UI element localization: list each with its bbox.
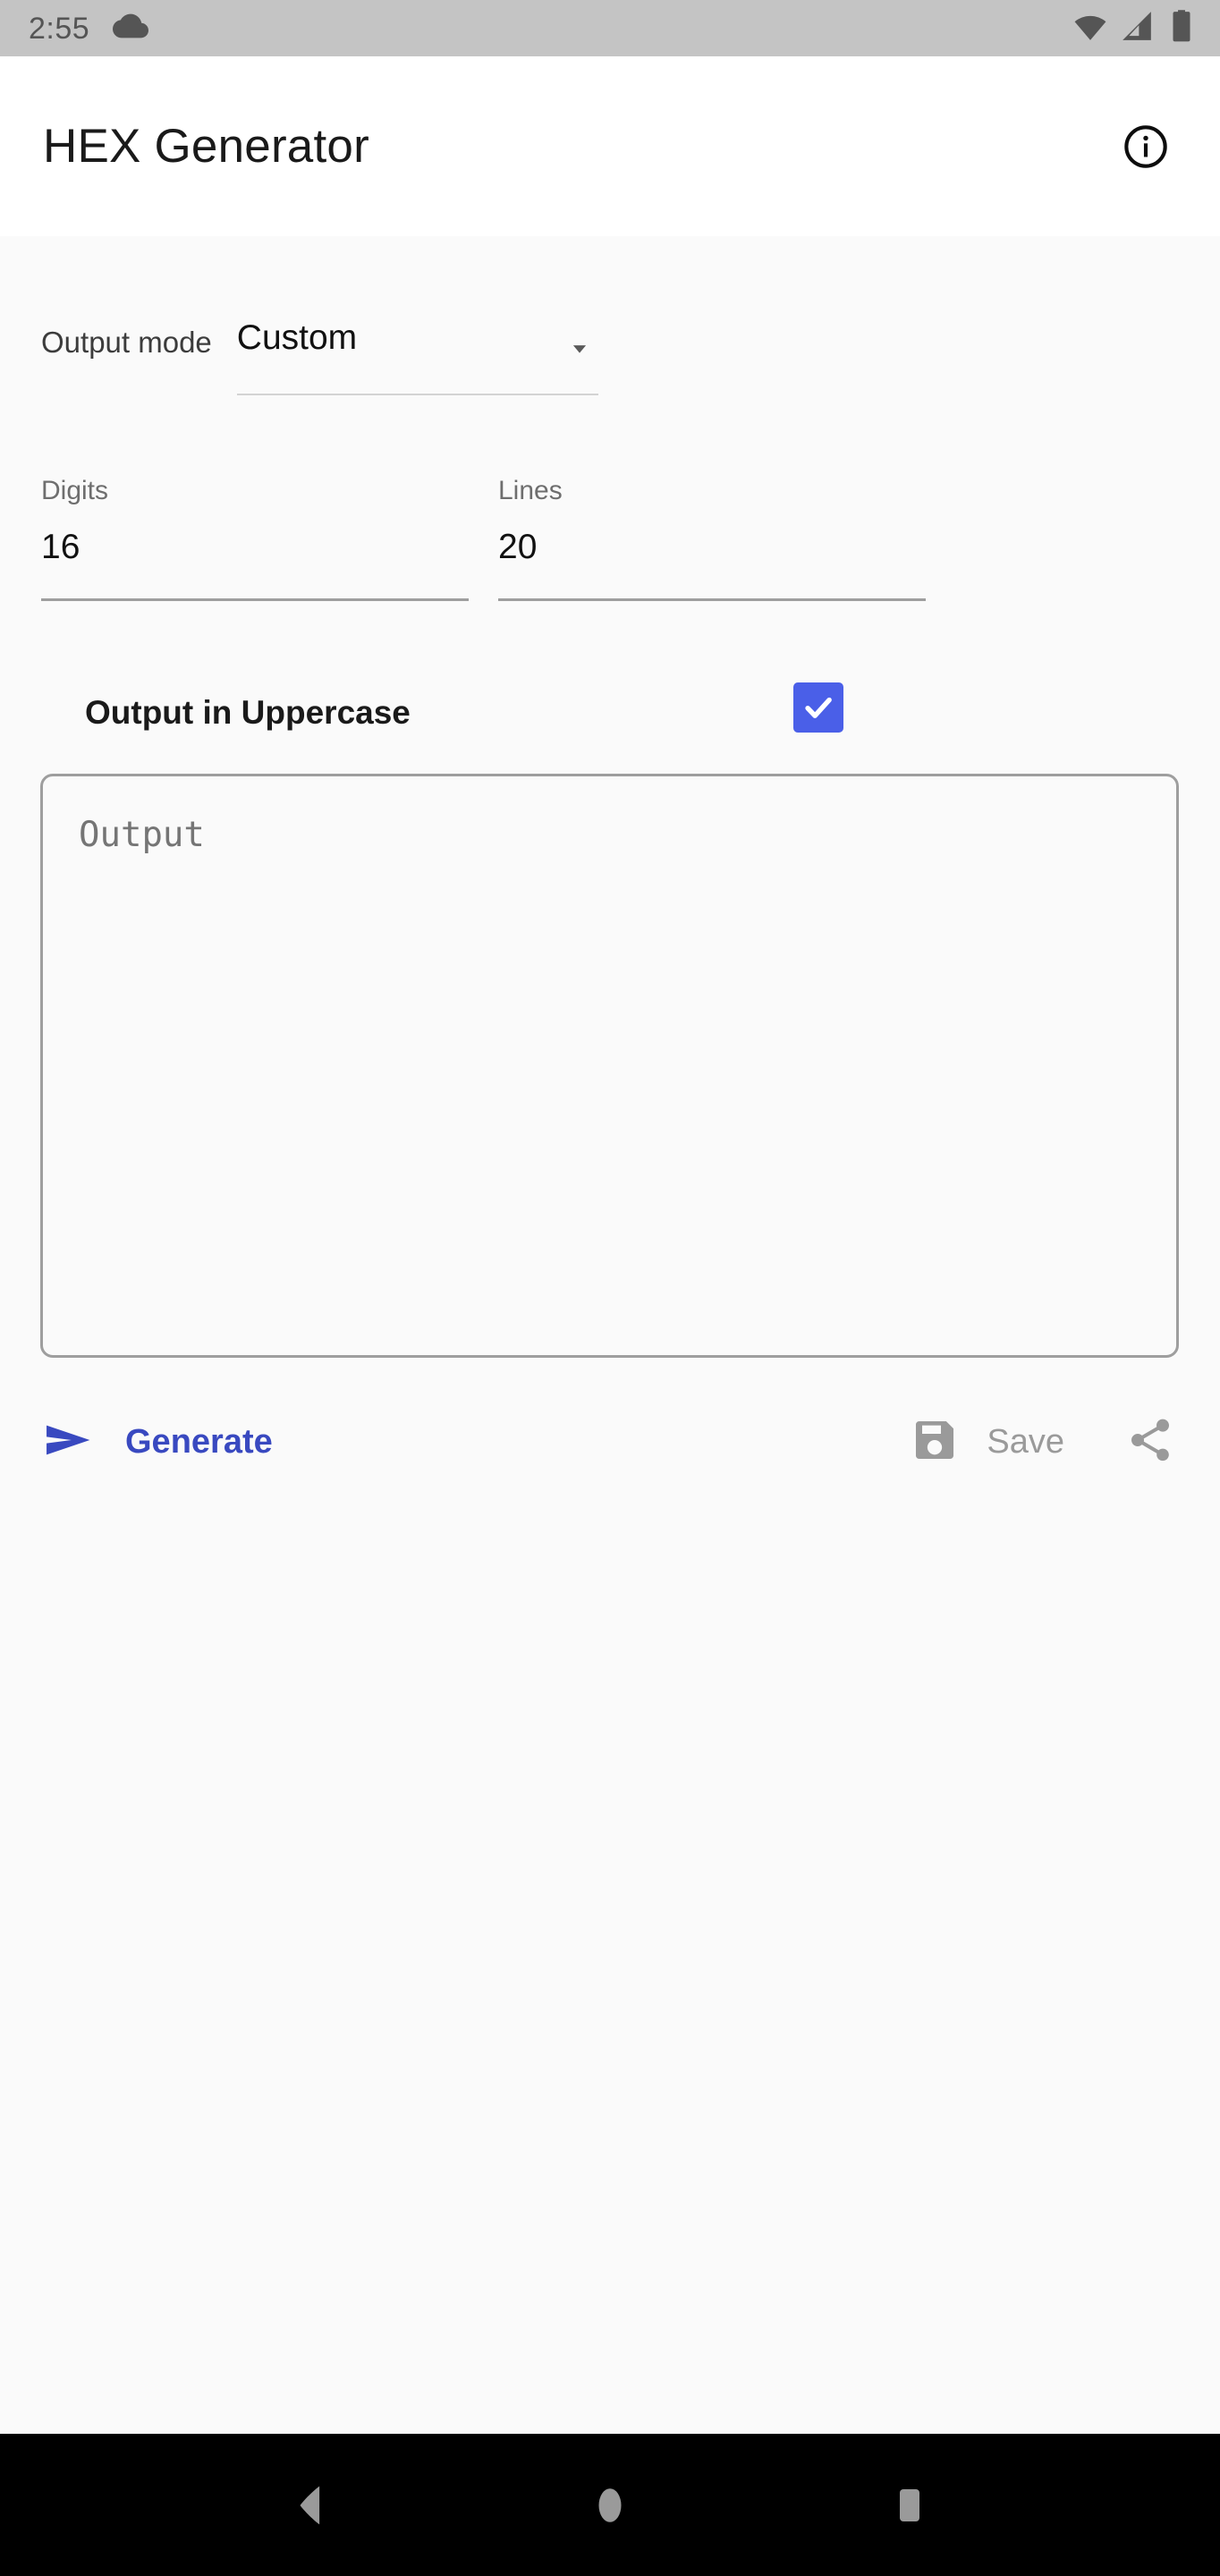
wifi-icon bbox=[1073, 9, 1107, 47]
action-bar: Generate Save bbox=[0, 1388, 1220, 1496]
share-button[interactable] bbox=[1125, 1415, 1175, 1470]
digits-field[interactable]: Digits 16 bbox=[41, 478, 469, 601]
generate-button[interactable]: Generate bbox=[41, 1414, 273, 1470]
save-label: Save bbox=[987, 1422, 1064, 1461]
content-area: Output mode Custom Digits 16 Lines 20 Ou… bbox=[0, 236, 1220, 2434]
uppercase-row: Output in Uppercase bbox=[0, 668, 1220, 758]
output-mode-value: Custom bbox=[236, 318, 358, 357]
back-triangle-icon[interactable] bbox=[252, 2447, 369, 2563]
page-title: HEX Generator bbox=[43, 120, 369, 173]
app-screen: 2:55 HEX Generator Output mode Custom Di… bbox=[0, 0, 1220, 2576]
output-mode-underline bbox=[236, 394, 598, 395]
digits-label: Digits bbox=[41, 476, 109, 505]
battery-icon bbox=[1166, 9, 1197, 47]
chevron-down-icon bbox=[564, 333, 595, 368]
output-placeholder: Output bbox=[79, 815, 205, 855]
lines-underline bbox=[498, 598, 926, 601]
lines-field[interactable]: Lines 20 bbox=[498, 478, 926, 601]
lines-input[interactable]: 20 bbox=[498, 530, 926, 564]
send-icon bbox=[41, 1414, 93, 1470]
share-icon bbox=[1125, 1415, 1175, 1470]
home-circle-icon[interactable] bbox=[552, 2447, 668, 2563]
save-button[interactable]: Save bbox=[910, 1415, 1064, 1470]
digits-input[interactable]: 16 bbox=[41, 530, 469, 564]
output-mode-dropdown[interactable]: Custom bbox=[236, 308, 629, 413]
lines-label: Lines bbox=[498, 476, 563, 505]
output-textarea[interactable]: Output bbox=[40, 774, 1179, 1358]
digits-underline bbox=[41, 598, 469, 601]
android-nav-bar bbox=[0, 2434, 1220, 2576]
uppercase-label: Output in Uppercase bbox=[85, 694, 411, 731]
output-mode-label: Output mode bbox=[41, 326, 212, 359]
floppy-disk-icon bbox=[910, 1415, 960, 1470]
status-bar-icons bbox=[1073, 9, 1197, 47]
status-bar-clock: 2:55 bbox=[29, 11, 90, 46]
info-icon[interactable] bbox=[1107, 108, 1184, 185]
output-mode-row: Output mode Custom bbox=[0, 308, 1220, 406]
recents-square-icon[interactable] bbox=[851, 2447, 968, 2563]
cloud-icon bbox=[113, 8, 149, 48]
generate-label: Generate bbox=[125, 1422, 273, 1461]
checkmark-icon bbox=[805, 697, 832, 718]
signal-icon bbox=[1120, 9, 1154, 47]
uppercase-checkbox[interactable] bbox=[793, 682, 843, 733]
app-bar: HEX Generator bbox=[0, 56, 1220, 236]
status-bar: 2:55 bbox=[0, 0, 1220, 56]
